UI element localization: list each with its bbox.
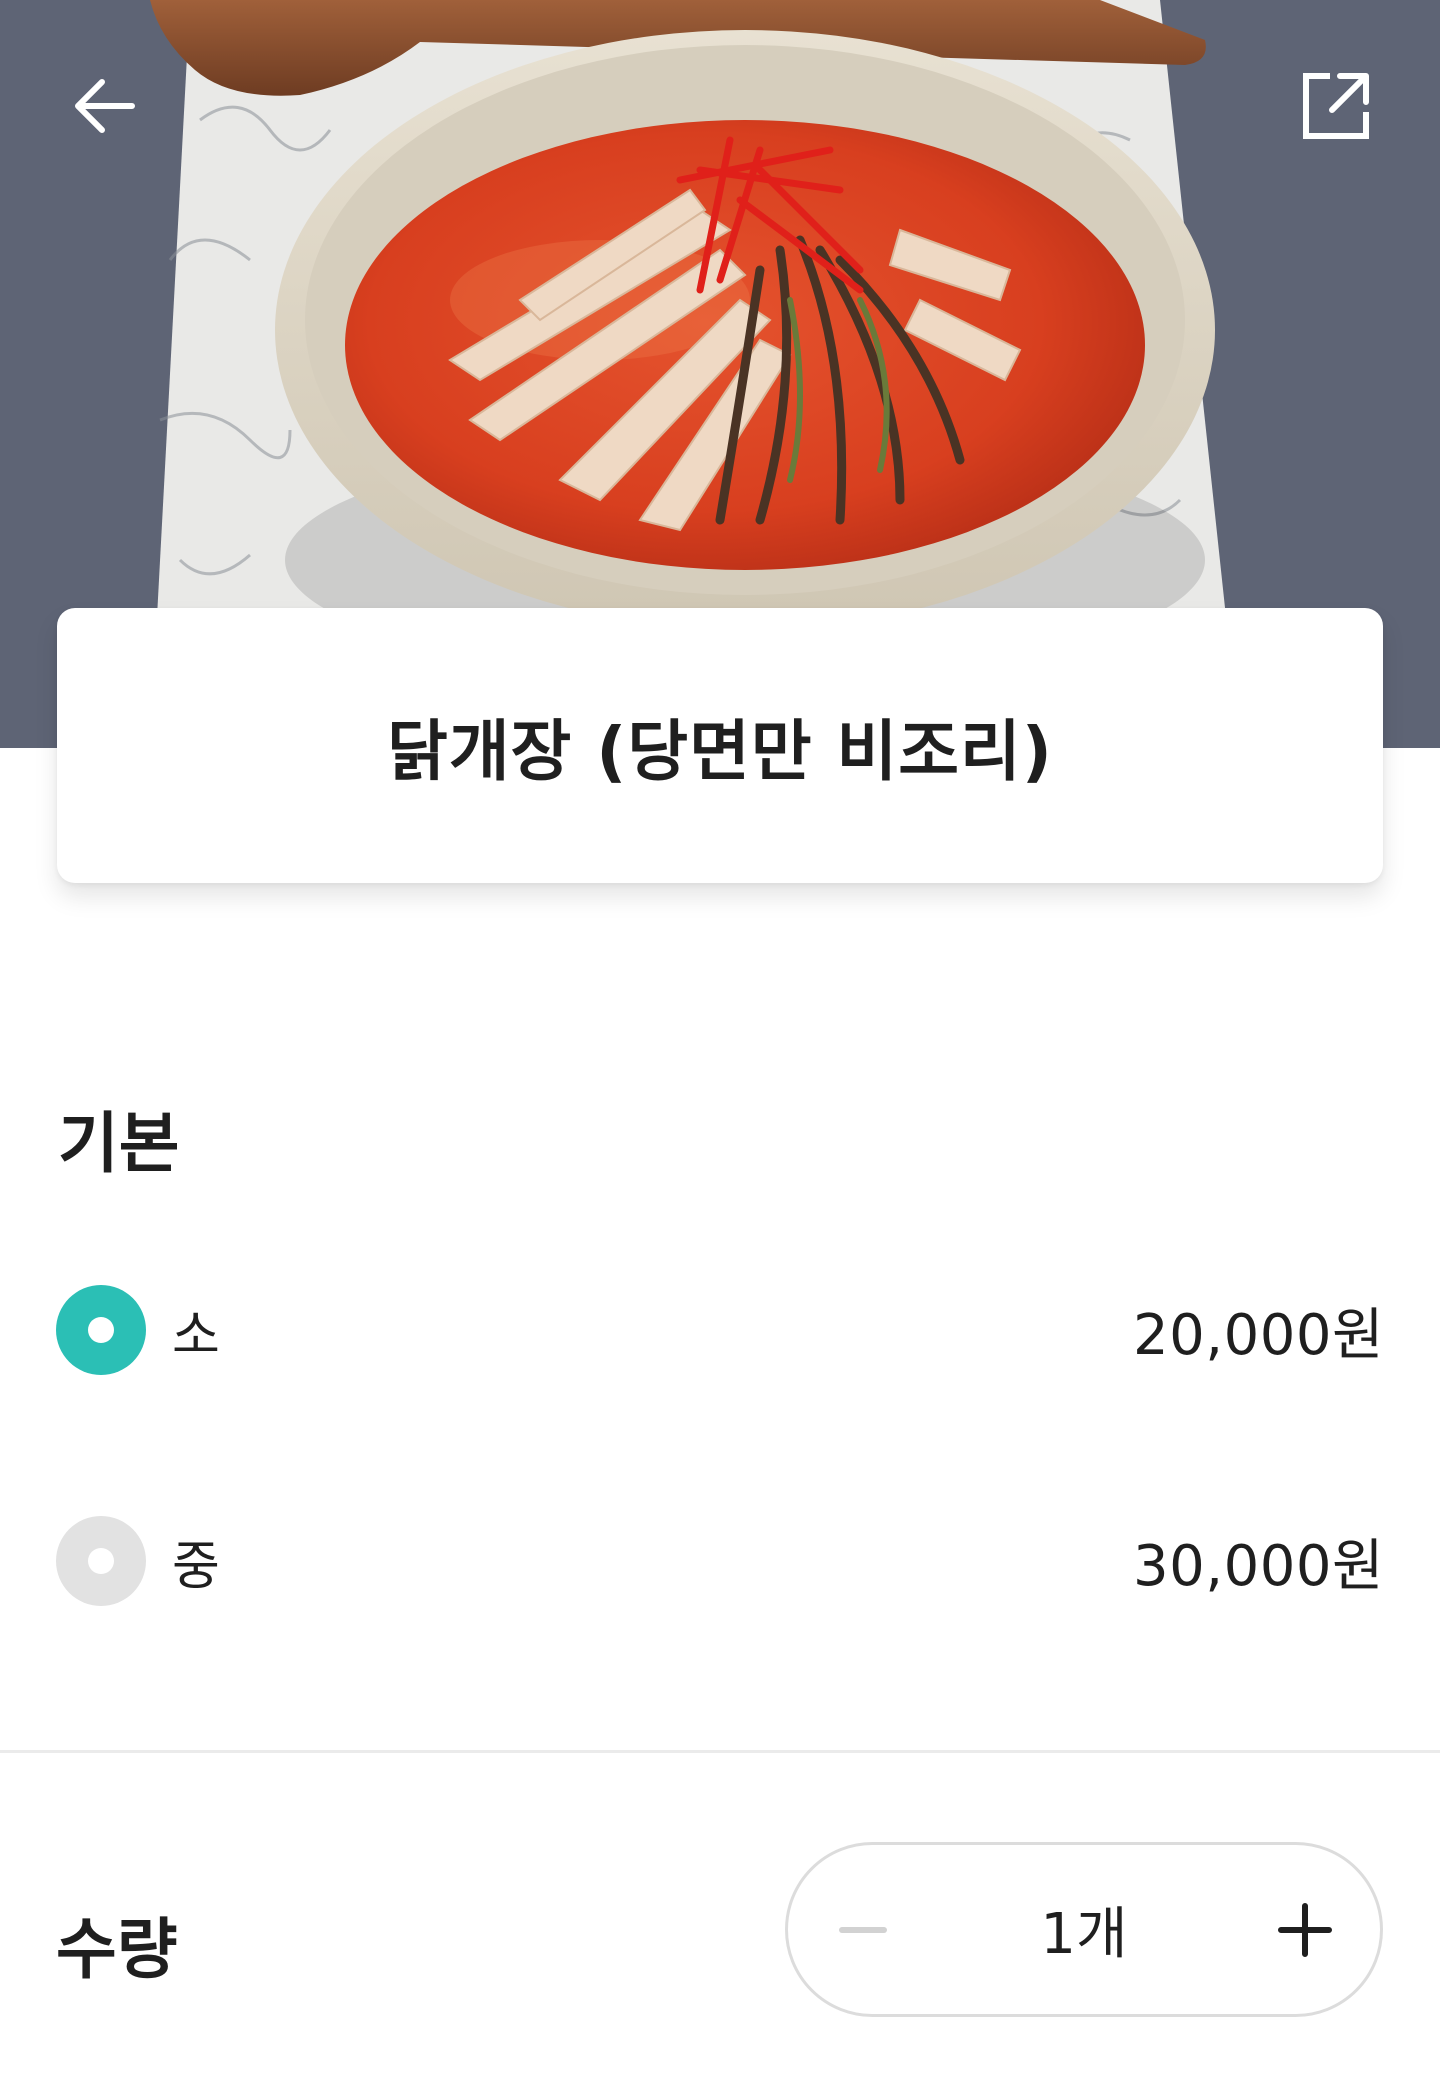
section-divider: [0, 1750, 1440, 1753]
option-price: 30,000원: [1133, 1533, 1384, 1599]
option-row-small[interactable]: 소 20,000원: [56, 1280, 1384, 1380]
quantity-stepper: 1개: [785, 1842, 1383, 2017]
radio-selected[interactable]: [56, 1285, 146, 1375]
product-title-card: 닭개장 (당면만 비조리): [57, 608, 1383, 883]
share-external-icon: [1303, 73, 1369, 139]
option-price: 20,000원: [1133, 1302, 1384, 1368]
increase-button[interactable]: [1230, 1855, 1380, 2005]
back-button[interactable]: [56, 58, 152, 154]
radio-unselected[interactable]: [56, 1516, 146, 1606]
product-title: 닭개장 (당면만 비조리): [387, 712, 1053, 790]
quantity-value: 1개: [1040, 1902, 1128, 1967]
option-label: 중: [172, 1536, 220, 1597]
decrease-button[interactable]: [788, 1855, 938, 2005]
option-label: 소: [172, 1305, 220, 1366]
option-section-title: 기본: [58, 1105, 180, 1182]
plus-icon: [1278, 1902, 1332, 1957]
arrow-left-icon: [75, 79, 135, 133]
option-row-medium[interactable]: 중 30,000원: [56, 1511, 1384, 1611]
quantity-label: 수량: [56, 1911, 178, 1988]
share-button[interactable]: [1288, 58, 1384, 154]
minus-icon: [839, 1926, 887, 1933]
